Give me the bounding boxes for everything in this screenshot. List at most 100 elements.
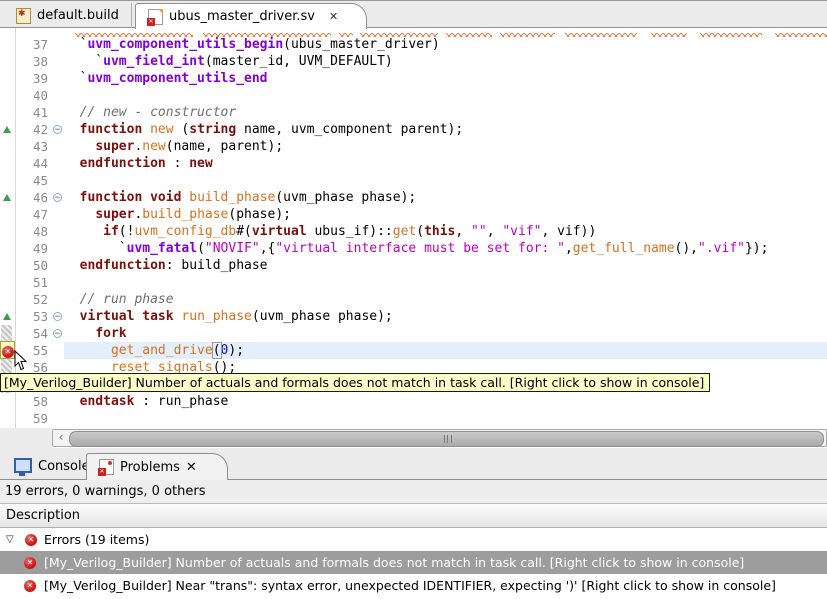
fold-collapse-icon[interactable]: − (53, 125, 62, 134)
code-token-plain: (master_id, UVM_DEFAULT) (205, 54, 393, 69)
fold-ruler-cell (52, 206, 64, 223)
code-token-plain: (name, parent); (166, 139, 283, 154)
editor-line-row: 52 // run phase (0, 291, 827, 308)
code-line[interactable]: `uvm_component_utils_end (64, 70, 827, 87)
line-number: 44 (16, 155, 52, 172)
problem-row-text: [My_Verilog_Builder] Near "trans": synta… (44, 578, 776, 593)
editor-line-row: 49 `uvm_fatal("NOVIF",{"virtual interfac… (0, 240, 827, 257)
code-line[interactable]: endfunction: build_phase (64, 257, 827, 274)
horizontal-scrollbar[interactable]: ‹ (52, 429, 827, 447)
code-token-comment: // run phase (64, 292, 174, 307)
code-token-plain: (ubus_master_driver) (283, 37, 440, 52)
code-line[interactable] (64, 172, 827, 189)
code-token-keyword: virtual (252, 224, 307, 239)
tree-expander-icon[interactable]: ▽ (6, 534, 18, 545)
tab-ubus-master-driver[interactable]: ubus_master_driver.sv ✕ (135, 3, 367, 29)
editor-line-row: 38 `uvm_field_int(master_id, UVM_DEFAULT… (0, 53, 827, 70)
code-editor[interactable]: 37 `uvm_component_utils_begin(ubus_maste… (0, 28, 827, 448)
editor-tab-bar: default.build ubus_master_driver.sv ✕ (0, 0, 827, 28)
code-token-keyword: function (80, 122, 143, 137)
error-marker-icon[interactable]: ✕ (2, 346, 14, 358)
code-token-plain: : (166, 156, 189, 171)
line-number: 50 (16, 257, 52, 274)
code-token-plain: ); (228, 343, 244, 358)
code-token-macro: uvm_component_utils_end (87, 71, 267, 86)
code-token-call: run_phase (181, 309, 251, 324)
console-icon (14, 458, 32, 473)
line-number: 40 (16, 87, 52, 104)
fold-ruler-cell (52, 291, 64, 308)
code-line[interactable]: function new (string name, uvm_component… (64, 121, 827, 138)
code-line[interactable] (64, 410, 827, 427)
code-line[interactable] (64, 87, 827, 104)
scrollbar-thumb[interactable] (69, 431, 824, 447)
code-token-macro: uvm_field_int (103, 54, 205, 69)
code-token-keyword: new (189, 156, 212, 171)
code-line[interactable]: fork (64, 325, 827, 342)
line-number: 48 (16, 223, 52, 240)
fold-collapse-icon[interactable]: − (53, 329, 62, 338)
problem-row[interactable]: ✕ [My_Verilog_Builder] Number of actuals… (0, 551, 827, 574)
code-line[interactable]: endtask : run_phase (64, 393, 827, 410)
code-token-call: new (142, 139, 165, 154)
error-marker-hover-box[interactable]: ✕ (0, 341, 15, 359)
code-line[interactable]: get_and_drive(0); (64, 342, 827, 359)
errors-group-row[interactable]: ▽ ✕ Errors (19 items) (0, 528, 827, 551)
code-token-keyword: void (150, 190, 181, 205)
fold-collapse-icon[interactable]: − (53, 312, 62, 321)
code-line[interactable]: // run phase (64, 291, 827, 308)
code-token-plain: ( (416, 224, 424, 239)
code-line[interactable]: // new - constructor (64, 104, 827, 121)
code-token-keyword: endfunction (80, 156, 166, 171)
code-line[interactable]: `uvm_component_utils_begin(ubus_master_d… (64, 36, 827, 53)
line-number: 46 (16, 189, 52, 206)
line-number: 42 (16, 121, 52, 138)
code-token-keyword: string (189, 122, 236, 137)
code-token-plain: ( (174, 122, 190, 137)
problem-row[interactable]: ✕ [My_Verilog_Builder] Near "trans": syn… (0, 574, 827, 597)
code-token-string: "vif" (502, 224, 541, 239)
code-token-comment: // new - constructor (64, 105, 236, 120)
code-line[interactable]: super.build_phase(phase); (64, 206, 827, 223)
code-token-string: ".vif" (698, 241, 745, 256)
tab-label: Console (38, 459, 90, 474)
code-line[interactable]: `uvm_field_int(master_id, UVM_DEFAULT) (64, 53, 827, 70)
scrollbar-left-arrow-icon[interactable]: ‹ (54, 431, 68, 445)
code-token-macro: uvm_fatal (127, 241, 197, 256)
line-number: 49 (16, 240, 52, 257)
occurrence-arrow-icon (3, 313, 11, 320)
tab-problems[interactable]: Problems ✕ (86, 453, 228, 480)
code-line[interactable]: endfunction : new (64, 155, 827, 172)
code-line[interactable]: virtual task run_phase(uvm_phase phase); (64, 308, 827, 325)
close-tab-icon[interactable]: ✕ (186, 460, 197, 475)
code-token-call: get_full_name (573, 241, 675, 256)
code-line[interactable]: super.new(name, parent); (64, 138, 827, 155)
code-line[interactable]: `uvm_fatal("NOVIF",{"virtual interface m… (64, 240, 827, 257)
fold-ruler-cell: − (52, 121, 64, 138)
ide-window: default.build ubus_master_driver.sv ✕ 37… (0, 0, 827, 599)
error-icon: ✕ (25, 534, 37, 546)
line-number: 41 (16, 104, 52, 121)
code-token-plain (64, 190, 80, 205)
line-number: 45 (16, 172, 52, 189)
code-line[interactable]: function void build_phase(uvm_phase phas… (64, 189, 827, 206)
errors-group-label: Errors (19 items) (44, 532, 149, 547)
tab-default-build[interactable]: default.build (4, 3, 132, 28)
fold-ruler-cell (52, 342, 64, 359)
code-token-plain (64, 122, 80, 137)
editor-line-row: 42− function new (string name, uvm_compo… (0, 121, 827, 138)
code-token-call: build_phase (142, 207, 228, 222)
code-line[interactable]: if(!uvm_config_db#(virtual ubus_if)::get… (64, 223, 827, 240)
code-line[interactable] (64, 274, 827, 291)
code-token-plain (64, 326, 95, 341)
editor-line-row: 54− fork (0, 325, 827, 342)
annotation-cell (0, 155, 16, 172)
annotation-cell (0, 104, 16, 121)
close-tab-icon[interactable]: ✕ (329, 10, 338, 23)
code-token-plain: : run_phase (134, 394, 228, 409)
occurrence-arrow-icon (3, 194, 11, 201)
fold-collapse-icon[interactable]: − (53, 193, 62, 202)
line-number: 47 (16, 206, 52, 223)
description-column-header[interactable]: Description (0, 504, 827, 528)
code-token-string: "virtual interface must be set for: " (275, 241, 565, 256)
